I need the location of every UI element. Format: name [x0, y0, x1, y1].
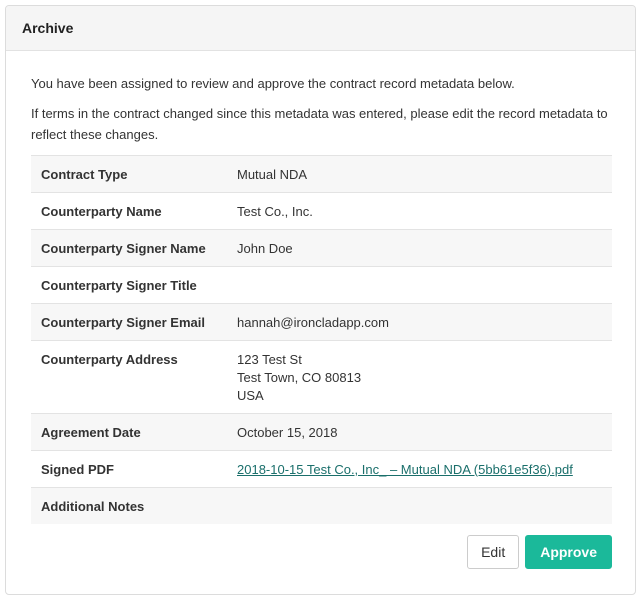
- edit-button[interactable]: Edit: [467, 535, 520, 569]
- field-label: Agreement Date: [31, 413, 227, 451]
- archive-panel: Archive You have been assigned to review…: [5, 5, 636, 595]
- field-label: Counterparty Signer Email: [31, 303, 227, 341]
- table-row: Agreement Date October 15, 2018: [31, 413, 612, 451]
- address-line: USA: [237, 388, 264, 403]
- panel-body: You have been assigned to review and app…: [6, 51, 635, 524]
- field-value: [227, 266, 612, 304]
- table-row: Counterparty Name Test Co., Inc.: [31, 192, 612, 230]
- field-value: John Doe: [227, 229, 612, 267]
- address-line: 123 Test St: [237, 352, 302, 367]
- field-label: Additional Notes: [31, 487, 227, 524]
- field-label: Contract Type: [31, 155, 227, 193]
- intro-text: You have been assigned to review and app…: [31, 76, 515, 91]
- panel-title: Archive: [22, 20, 74, 36]
- field-label: Counterparty Name: [31, 192, 227, 230]
- action-bar: Edit Approve: [467, 535, 612, 569]
- field-value: Mutual NDA: [227, 155, 612, 193]
- field-label: Counterparty Signer Title: [31, 266, 227, 304]
- address-value: 123 Test St Test Town, CO 80813 USA: [227, 340, 612, 414]
- field-value: 2018-10-15 Test Co., Inc_ – Mutual NDA (…: [227, 450, 612, 488]
- address-line: Test Town, CO 80813: [237, 370, 362, 385]
- field-value: Test Co., Inc.: [227, 192, 612, 230]
- field-value: [227, 487, 612, 524]
- metadata-table: Contract Type Mutual NDA Counterparty Na…: [31, 155, 612, 524]
- table-row: Counterparty Signer Name John Doe: [31, 229, 612, 267]
- field-label: Counterparty Address: [31, 340, 227, 414]
- table-row: Counterparty Signer Title: [31, 266, 612, 304]
- field-value: October 15, 2018: [227, 413, 612, 451]
- field-value: hannah@ironcladapp.com: [227, 303, 612, 341]
- intro-instructions: If terms in the contract changed since t…: [31, 106, 608, 142]
- field-label: Signed PDF: [31, 450, 227, 488]
- panel-header: Archive: [6, 6, 635, 51]
- table-row: Additional Notes: [31, 487, 612, 524]
- field-label: Counterparty Signer Name: [31, 229, 227, 267]
- table-row: Contract Type Mutual NDA: [31, 155, 612, 193]
- signed-pdf-link[interactable]: 2018-10-15 Test Co., Inc_ – Mutual NDA (…: [237, 462, 573, 477]
- table-row: Counterparty Signer Email hannah@ironcla…: [31, 303, 612, 341]
- table-row: Counterparty Address 123 Test St Test To…: [31, 340, 612, 414]
- table-row: Signed PDF 2018-10-15 Test Co., Inc_ – M…: [31, 450, 612, 488]
- approve-button[interactable]: Approve: [525, 535, 612, 569]
